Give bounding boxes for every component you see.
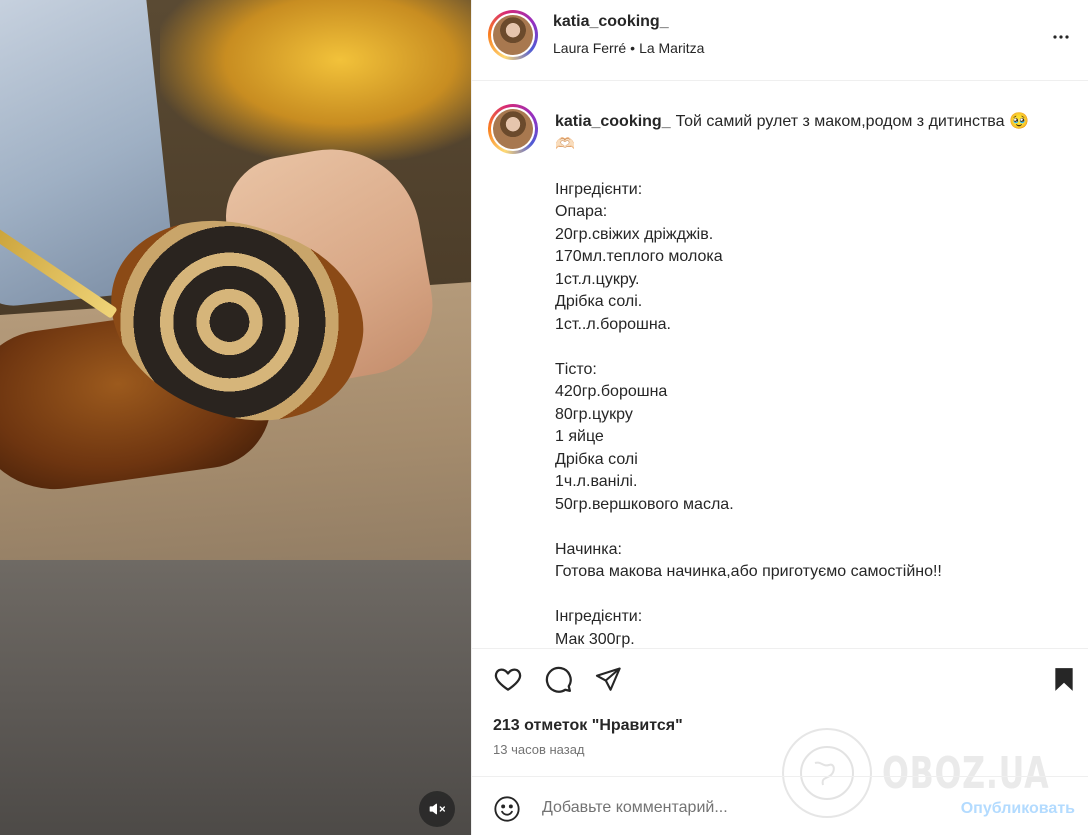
bookmark-filled-icon [1055,668,1073,691]
caption-line: 50гр.вершкового масла. [555,495,734,513]
caption-intro: Той самий рулет з маком,родом з дитинств… [675,113,1029,130]
comment-button[interactable] [542,663,574,695]
avatar-photo [493,109,533,149]
save-button[interactable] [1048,663,1080,695]
caption-line: 170мл.теплого молока [555,248,723,265]
likes-count[interactable]: 213 отметок "Нравится" [493,717,683,735]
author-username[interactable]: katia_cooking_ [553,13,669,31]
caption-line: 1ч.л.ванілі. [555,473,638,490]
caption-author-avatar[interactable] [488,104,538,154]
emoji-picker-button[interactable] [492,794,522,824]
caption-line: 1 яйце [555,428,604,445]
caption-line: 20гр.свіжих дріжджів. [555,225,714,243]
post-media[interactable] [0,0,471,835]
post-header: katia_cooking_ Laura Ferré • La Maritza [472,0,1088,81]
caption-line: Мак 300гр. [555,630,635,648]
caption-line: 80гр.цукру [555,405,633,423]
caption-line: Інгредієнти: [555,608,643,625]
location-link[interactable]: La Maritza [639,40,704,56]
caption-text: katia_cooking_ Той самий рулет з маком,ро… [555,111,1065,648]
caption-line: 1ст.л.цукру. [555,270,640,288]
separator-dot: • [630,40,636,56]
caption-line: Начинка: [555,540,622,558]
caption-line: 420гр.борошна [555,383,668,400]
caption-intro-emoji: 🫶🏻 [555,135,575,153]
author-avatar[interactable] [488,10,538,60]
like-button[interactable] [492,663,524,695]
caption-lines: Інгредієнти: Опара: 20гр.свіжих дріжджів. 1… [555,156,1065,648]
publish-comment-button[interactable]: Опубликовать [961,800,1075,818]
caption-line: Опара: [555,203,608,220]
send-paper-plane-icon [595,667,621,691]
caption-area[interactable]: katia_cooking_ Той самий рулет з маком,ро… [472,81,1088,648]
comment-input[interactable] [542,793,942,823]
caption-line: Готова макова начинка,або приготуємо сам… [555,563,942,580]
more-options-button[interactable] [1049,25,1073,49]
comment-bubble-icon [545,666,572,693]
post-timestamp[interactable]: 13 часов назад [493,742,585,757]
caption-line: Інгредієнти: [555,180,643,198]
caption-line: 1ст..л.борошна. [555,315,671,333]
mute-toggle-button[interactable] [419,791,455,827]
comment-bar: Опубликовать [472,776,1088,835]
share-button[interactable] [592,663,624,695]
audio-link[interactable]: Laura Ferré [553,40,626,56]
post-details-panel: katia_cooking_ Laura Ferré • La Maritza ka… [471,0,1088,835]
caption-line: Дрібка солі. [555,293,643,310]
more-horizontal-icon [1053,35,1069,39]
post-subline: Laura Ferré • La Maritza [553,40,704,56]
countertop [0,560,471,835]
background-light [160,0,471,160]
action-bar [472,648,1088,710]
speaker-muted-icon [429,803,445,815]
avatar-photo [493,15,533,55]
caption-line: Дрібка солі [555,450,638,468]
heart-icon [494,668,522,691]
caption-author-username[interactable]: katia_cooking_ [555,113,671,130]
smiley-icon [494,796,520,822]
caption-line: Тісто: [555,360,597,378]
